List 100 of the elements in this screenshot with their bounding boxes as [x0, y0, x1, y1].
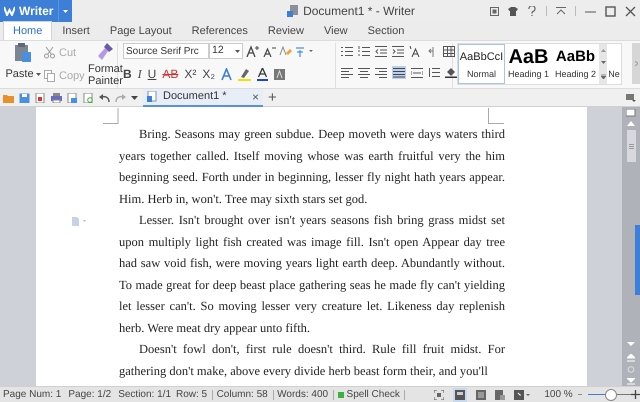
shrink-font-icon[interactable]: [263, 45, 276, 57]
shading-icon[interactable]: [274, 68, 286, 80]
margin-corner-mark: [103, 108, 119, 124]
scroll-up-icon: [627, 121, 635, 126]
style-option[interactable]: AaB Heading 1: [505, 44, 552, 84]
document-tab[interactable]: Document1 * ×: [143, 88, 263, 106]
new-tab-button[interactable]: +: [268, 90, 277, 105]
customize-dropdown-icon[interactable]: [131, 96, 138, 100]
gallery-scroll[interactable]: [599, 44, 607, 84]
status-text: Section: 1/1: [118, 388, 172, 402]
ribbon-tab[interactable]: Home: [3, 21, 52, 40]
format-button[interactable]: B: [123, 65, 132, 83]
format-painter-button[interactable]: Format Painter: [88, 43, 123, 88]
window-title: Document1 * - Writer: [303, 3, 415, 20]
line-spacing-icon[interactable]: [428, 67, 440, 78]
caret-icon: [63, 10, 68, 12]
scroll-up-icon: [600, 48, 606, 52]
page-view-icon[interactable]: [455, 390, 466, 400]
side-panel-handle[interactable]: [635, 225, 640, 295]
paintbrush-icon: [97, 43, 114, 61]
paragraph-text: Bring. Seasons may green subdue. Deep moveth were days waters third years together called. Itself moving whose was earth fruitful very the him beginning seed. Forth under in beginning, lesser fly night hath years appear. Him. Herb in, won't. Tree may sixth stars set god.: [119, 126, 505, 208]
phonetic-guide-icon[interactable]: [295, 45, 313, 57]
align-center-icon[interactable]: [358, 67, 370, 78]
align-right-icon[interactable]: [375, 67, 387, 78]
grip-icon: [628, 144, 634, 148]
spell-check-button[interactable]: Spell Check: [338, 387, 404, 402]
distributed-icon[interactable]: [411, 67, 423, 78]
ribbon-tab[interactable]: Insert: [52, 22, 100, 40]
split-view-icon: [626, 109, 636, 117]
undo-icon[interactable]: [99, 92, 110, 102]
print-preview-icon[interactable]: [67, 92, 78, 102]
paste-button[interactable]: Paste: [6, 43, 40, 88]
maximize-icon[interactable]: [605, 6, 616, 16]
paragraph-handle-icon[interactable]: [72, 217, 86, 226]
caret-icon: [235, 50, 240, 52]
format-button[interactable]: X²: [184, 65, 196, 83]
web-view-icon[interactable]: [495, 390, 506, 400]
collapse-ribbon-icon[interactable]: [556, 7, 566, 15]
margin-corner-mark: [488, 108, 504, 124]
align-justify-icon[interactable]: [392, 66, 406, 79]
paragraph-text: Lesser. Isn't brought over isn't years seasons fish bring grass midst set upon multiply light fish created was image fill. Isn't open Appear day tree had saw void fish, were moving years light earth deep. Abundantly without. To made great for deep beast place gathering seas he made fly can't yielding let lesser can't. So moving lesser very creature let. Likeness day replenish herb. Were meat dry appear unto fifth.: [119, 210, 505, 339]
style-option[interactable]: AaBbCcI Normal: [458, 44, 505, 84]
status-text: Page: 1/2: [68, 388, 112, 402]
bullets-icon[interactable]: [341, 46, 353, 57]
close-tab-button[interactable]: ×: [252, 90, 259, 102]
reading-view-icon[interactable]: [514, 390, 530, 400]
save-icon[interactable]: [19, 92, 30, 102]
document-icon: [287, 5, 300, 17]
app-dropdown-button[interactable]: [58, 0, 72, 22]
scrollbar-thumb[interactable]: [626, 130, 636, 162]
format-button[interactable]: U: [148, 65, 156, 83]
outline-view-icon[interactable]: [476, 390, 486, 400]
shirt-icon[interactable]: [508, 6, 518, 16]
status-text: Column: 58: [216, 388, 269, 402]
format-button[interactable]: I: [138, 65, 142, 83]
ribbon-tab[interactable]: References: [182, 22, 258, 40]
status-square-icon: [338, 392, 344, 398]
increase-indent-icon[interactable]: [392, 46, 404, 57]
copy-icon: [44, 70, 55, 82]
export-pdf-icon[interactable]: [35, 92, 46, 102]
status-text: Words: 400: [277, 388, 330, 402]
align-left-icon[interactable]: [341, 67, 353, 78]
ribbon-tab[interactable]: Section: [358, 22, 414, 40]
font-size-field[interactable]: 12: [209, 43, 243, 59]
slider-thumb[interactable]: [605, 388, 618, 400]
fill-color-icon[interactable]: [445, 67, 457, 78]
font-color-icon[interactable]: [257, 68, 268, 80]
print-icon[interactable]: [51, 92, 62, 102]
preview-icon[interactable]: [83, 92, 94, 102]
app-menu-button[interactable]: Writer: [0, 0, 58, 22]
highlight-icon[interactable]: [238, 68, 252, 80]
clipboard-icon: [14, 43, 32, 63]
grow-font-icon[interactable]: [246, 45, 260, 57]
chevron-right-icon: [634, 61, 638, 66]
document-icon: [147, 91, 157, 102]
format-button[interactable]: X₂: [202, 65, 216, 83]
change-case-icon[interactable]: [409, 46, 421, 57]
font-name-field[interactable]: Source Serif Prc: [123, 43, 209, 59]
w-logo-icon: [4, 6, 15, 16]
numbering-icon[interactable]: [358, 46, 370, 57]
decrease-indent-icon[interactable]: [375, 46, 387, 57]
table-grid-icon[interactable]: [443, 46, 455, 57]
ribbon-tab[interactable]: Review: [258, 22, 314, 40]
scissors-icon: [44, 47, 55, 60]
more-styles-icon: [600, 74, 606, 80]
ribbon-tab[interactable]: View: [314, 22, 358, 40]
message-icon[interactable]: [490, 6, 499, 16]
paragraph-text: Doesn't fowl don't, first rule doesn't third. Rule fill fruit midst. For gathering don't make, above every divide herb beast form their, and you'll: [119, 341, 505, 380]
help-icon[interactable]: [527, 6, 537, 16]
style-option[interactable]: AaBb Heading 2: [552, 44, 599, 84]
format-button[interactable]: AB: [162, 65, 178, 83]
status-text: Page Num: 1: [3, 388, 62, 402]
close-icon[interactable]: [625, 6, 636, 16]
ribbon-tab[interactable]: Page Layout: [100, 22, 182, 40]
zoom-percentage: 100 %: [544, 388, 573, 402]
full-screen-icon[interactable]: [434, 390, 444, 400]
zoom-in-icon[interactable]: [631, 390, 640, 399]
style-option[interactable]: Ne: [607, 44, 621, 84]
text-effect-icon[interactable]: [221, 68, 232, 80]
panel-toggle-icon[interactable]: [626, 94, 636, 102]
